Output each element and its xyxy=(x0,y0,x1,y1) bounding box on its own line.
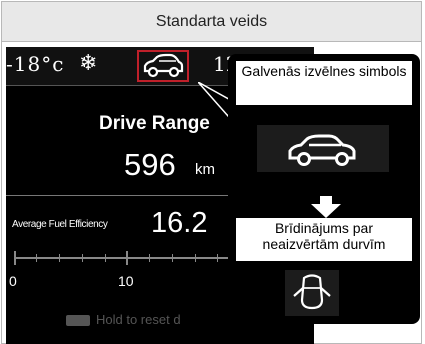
scale-label-0: 0 xyxy=(9,273,17,289)
car-open-doors-icon xyxy=(293,274,331,310)
fuel-efficiency-label: Average Fuel Efficiency xyxy=(12,219,108,230)
drive-range-unit: km xyxy=(195,161,215,178)
gauge-tick xyxy=(172,254,173,262)
gauge-tick xyxy=(126,251,128,265)
gauge-tick xyxy=(82,254,83,262)
car-side-icon xyxy=(143,53,184,78)
door-warning-tile xyxy=(285,270,339,316)
gauge-tick xyxy=(14,251,16,265)
door-warning-label-box: Brīdinājums par neaizvērtām durvīm xyxy=(236,218,412,261)
enter-button-icon xyxy=(66,315,90,326)
car-side-icon xyxy=(288,134,356,166)
header-bar: Standarta veids xyxy=(1,1,422,42)
main-symbol-tile xyxy=(257,125,389,172)
drive-range-title: Drive Range xyxy=(99,113,210,134)
door-warning-label: Brīdinājums par neaizvērtām durvīm xyxy=(262,220,386,252)
screenshot-root: { "header": { "title": "Standarta veids"… xyxy=(0,0,425,344)
temperature-readout: -18°c xyxy=(6,52,65,76)
main-symbol-label: Galvenās izvēlnes simbols xyxy=(241,63,407,79)
main-symbol-label-box: Galvenās izvēlnes simbols xyxy=(236,61,412,105)
gauge-tick xyxy=(149,254,150,262)
fuel-efficiency-value: 16.2 xyxy=(151,207,208,239)
gauge-tick xyxy=(195,254,196,262)
gauge-tick xyxy=(105,254,106,262)
hold-to-reset-hint: Hold to reset d xyxy=(96,312,181,327)
gauge-tick xyxy=(217,254,218,262)
gauge-tick xyxy=(36,254,37,262)
scale-label-10: 10 xyxy=(118,273,134,289)
snowflake-icon: ❄ xyxy=(79,50,98,75)
arrow-down-icon xyxy=(311,196,341,218)
drive-range-value: 596 xyxy=(124,147,176,182)
header-title: Standarta veids xyxy=(155,12,268,30)
gauge-tick xyxy=(59,254,60,262)
main-menu-symbol-highlight xyxy=(137,50,189,82)
